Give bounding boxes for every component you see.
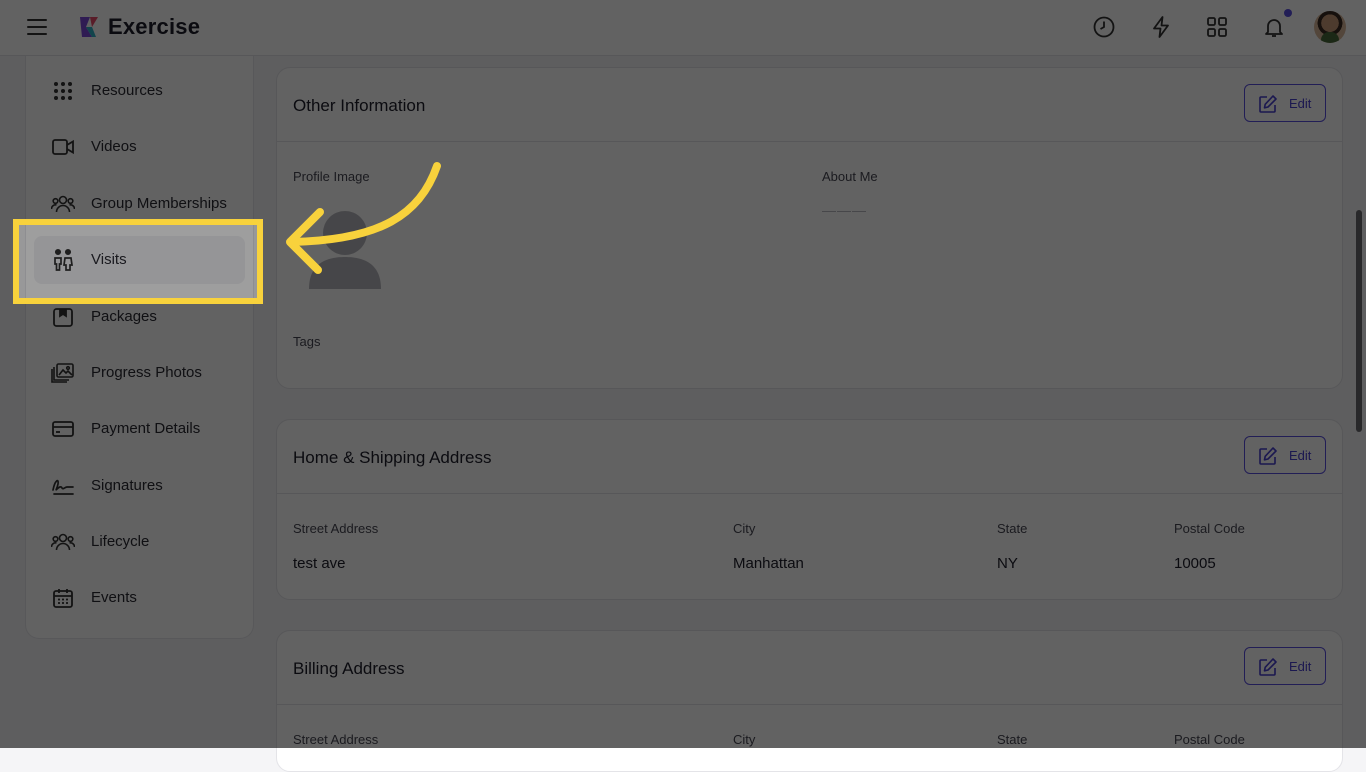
postal-code-value: 10005 bbox=[1174, 555, 1216, 572]
signature-icon bbox=[52, 479, 74, 495]
edit-pencil-icon bbox=[1259, 95, 1277, 113]
profile-placeholder-icon bbox=[309, 211, 381, 289]
sidebar-item-resources[interactable]: Resources bbox=[34, 67, 245, 115]
group-icon bbox=[51, 533, 75, 551]
postal-code-label: Postal Code bbox=[1174, 521, 1245, 536]
sidebar-item-visits[interactable]: Visits bbox=[34, 236, 245, 284]
hamburger-menu-icon[interactable] bbox=[26, 17, 48, 37]
sidebar-item-payment-details[interactable]: Payment Details bbox=[34, 405, 245, 453]
city-label: City bbox=[733, 521, 756, 536]
sidebar-item-label: Group Memberships bbox=[91, 195, 227, 212]
edit-button[interactable]: Edit bbox=[1244, 84, 1326, 122]
about-me-label: About Me bbox=[822, 169, 878, 184]
apps-grid-icon[interactable] bbox=[1205, 15, 1229, 39]
street-address-value: test ave bbox=[293, 555, 346, 572]
visits-icon bbox=[54, 248, 73, 271]
sidebar-item-label: Videos bbox=[91, 138, 137, 155]
sidebar-item-videos[interactable]: Videos bbox=[34, 123, 245, 171]
edit-pencil-icon bbox=[1259, 447, 1277, 465]
edit-button-label: Edit bbox=[1289, 448, 1312, 463]
state-value: NY bbox=[997, 555, 1018, 572]
sidebar-item-progress-photos[interactable]: Progress Photos bbox=[34, 349, 245, 397]
app-logo-icon bbox=[80, 17, 98, 37]
card-header: Home & Shipping Address Edit bbox=[277, 420, 1342, 494]
sidebar-item-label: Packages bbox=[91, 308, 157, 325]
other-information-card: Other Information Edit Profile Image Abo… bbox=[276, 67, 1343, 389]
credit-card-icon bbox=[52, 421, 74, 437]
card-title: Other Information bbox=[293, 96, 426, 115]
lightning-icon[interactable] bbox=[1149, 15, 1173, 39]
sidebar-item-label: Payment Details bbox=[91, 420, 201, 437]
sidebar-item-packages[interactable]: Packages bbox=[34, 293, 245, 341]
video-camera-icon bbox=[52, 139, 74, 155]
grid-dots-icon bbox=[54, 82, 72, 100]
street-address-label: Street Address bbox=[293, 521, 379, 536]
state-label: State bbox=[997, 521, 1028, 536]
city-label: City bbox=[733, 732, 756, 747]
app-title: Exercise bbox=[108, 14, 201, 39]
edit-button[interactable]: Edit bbox=[1244, 436, 1326, 474]
state-label: State bbox=[997, 732, 1028, 747]
sidebar-item-events[interactable]: Events bbox=[34, 574, 245, 622]
top-bar: Exercise bbox=[0, 0, 1366, 56]
postal-code-label: Postal Code bbox=[1174, 732, 1245, 747]
tags-label: Tags bbox=[293, 334, 321, 349]
street-address-label: Street Address bbox=[293, 732, 379, 747]
sidebar-item-label: Events bbox=[91, 589, 137, 606]
edit-pencil-icon bbox=[1259, 658, 1277, 676]
edit-button-label: Edit bbox=[1289, 659, 1312, 674]
billing-address-card: Billing Address Edit Street Address City… bbox=[276, 630, 1343, 772]
card-header: Billing Address Edit bbox=[277, 631, 1342, 705]
package-icon bbox=[53, 308, 73, 327]
profile-image-label: Profile Image bbox=[293, 169, 370, 184]
about-me-value: ——— bbox=[822, 202, 867, 218]
card-header: Other Information Edit bbox=[277, 68, 1342, 142]
sidebar-item-label: Resources bbox=[91, 82, 163, 99]
sidebar-item-signatures[interactable]: Signatures bbox=[34, 462, 245, 510]
sidebar: Resources Videos Group Memberships Visit… bbox=[25, 56, 254, 639]
sidebar-item-label: Lifecycle bbox=[91, 533, 150, 550]
home-shipping-address-card: Home & Shipping Address Edit Street Addr… bbox=[276, 419, 1343, 600]
group-icon bbox=[51, 195, 75, 213]
edit-button-label: Edit bbox=[1289, 96, 1312, 111]
edit-button[interactable]: Edit bbox=[1244, 647, 1326, 685]
sidebar-item-lifecycle[interactable]: Lifecycle bbox=[34, 518, 245, 566]
user-avatar[interactable] bbox=[1314, 11, 1346, 43]
sidebar-item-label: Signatures bbox=[91, 477, 163, 494]
sidebar-item-group-memberships[interactable]: Group Memberships bbox=[34, 180, 245, 228]
sidebar-item-label: Visits bbox=[91, 251, 127, 268]
notification-dot bbox=[1284, 9, 1292, 17]
card-title: Home & Shipping Address bbox=[293, 448, 492, 467]
card-title: Billing Address bbox=[293, 659, 405, 678]
history-clock-icon[interactable] bbox=[1092, 15, 1116, 39]
calendar-icon bbox=[53, 589, 73, 608]
notification-bell-icon[interactable] bbox=[1262, 15, 1286, 39]
scrollbar-thumb[interactable] bbox=[1356, 210, 1362, 432]
city-value: Manhattan bbox=[733, 555, 804, 572]
sidebar-item-label: Progress Photos bbox=[91, 364, 202, 381]
photos-icon bbox=[51, 363, 74, 383]
